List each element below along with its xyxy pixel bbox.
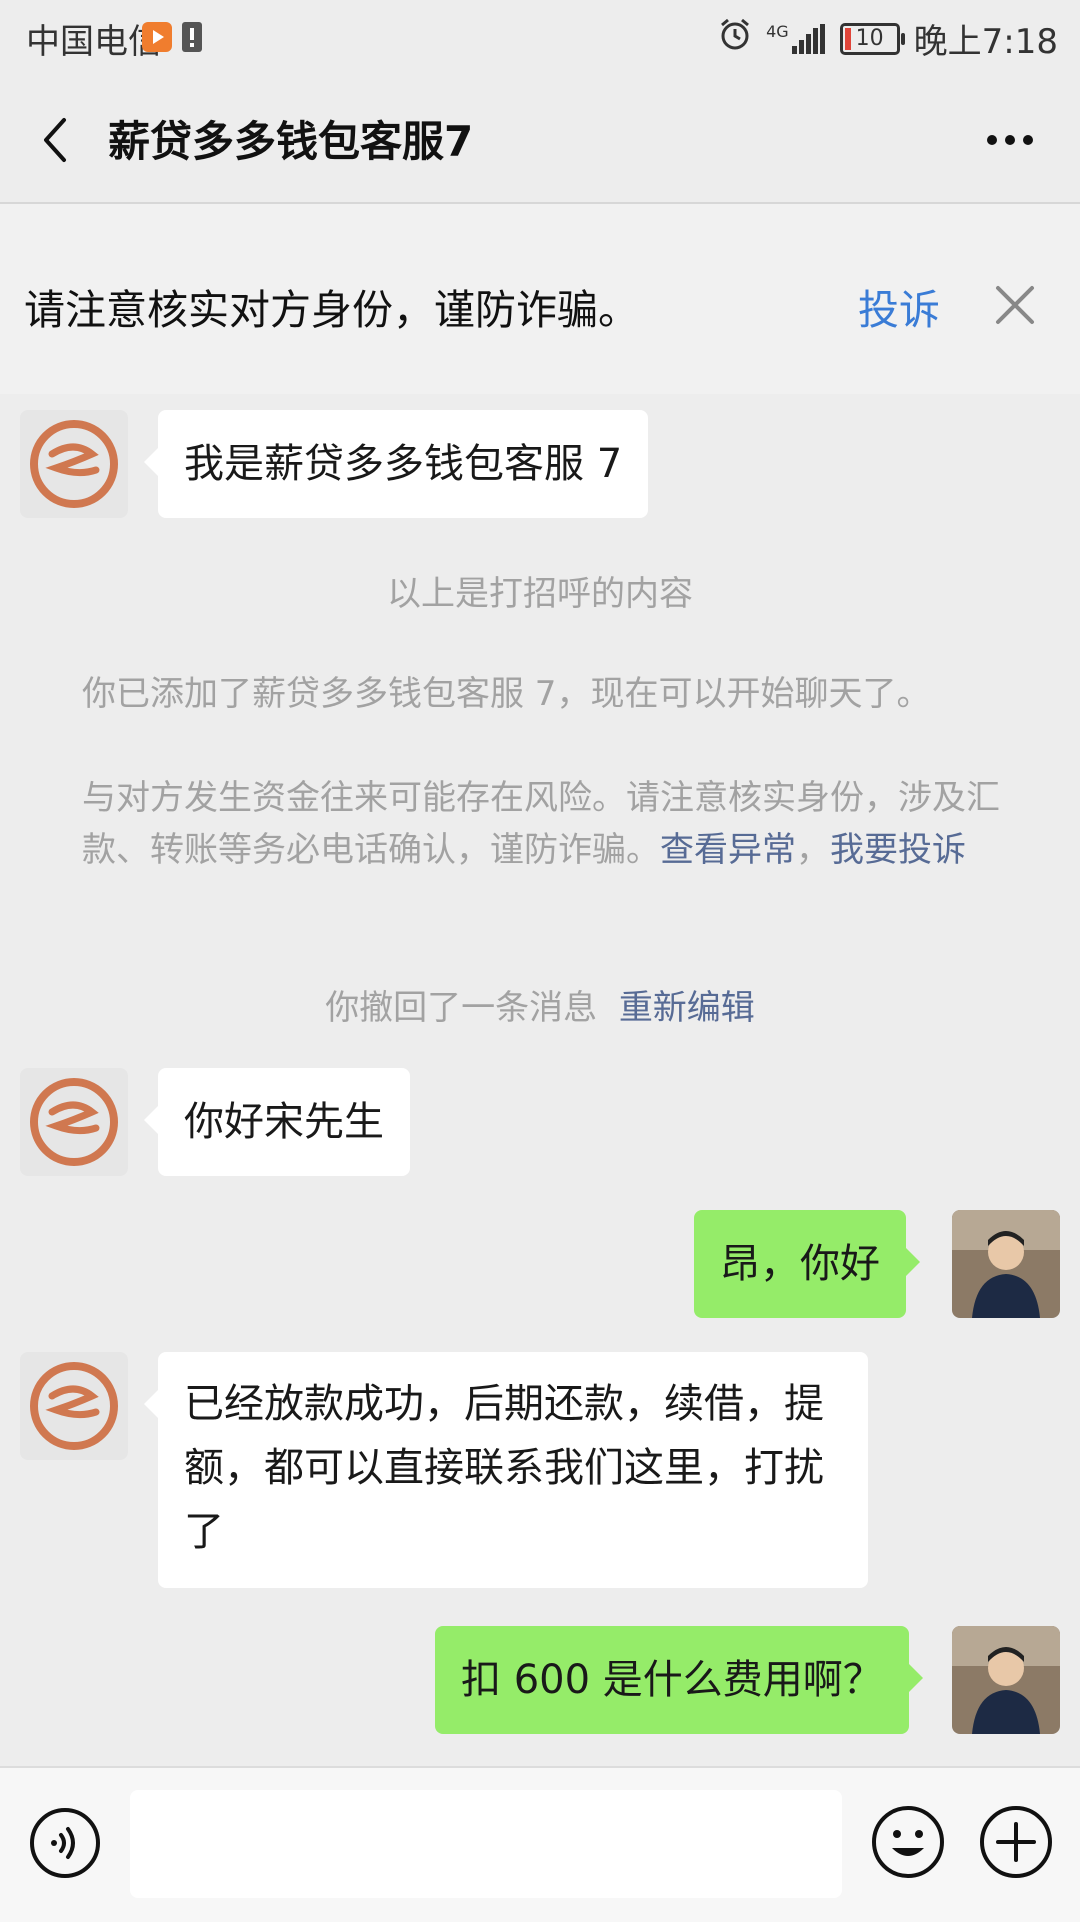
added-note: 你已添加了薪贷多多钱包客服 7，现在可以开始聊天了。	[82, 674, 931, 714]
more-button[interactable]	[970, 110, 1050, 170]
warning-text: 请注意核实对方身份，谨防诈骗。	[24, 286, 639, 334]
message-bubble[interactable]: 昂，你好	[694, 1210, 920, 1318]
recall-note-row: 你撤回了一条消息 重新编辑	[0, 980, 1080, 1029]
chat-title: 薪贷多多钱包客服7	[108, 117, 474, 166]
view-abnormal-link[interactable]: 查看异常	[660, 830, 796, 870]
network-type: 4G	[766, 21, 789, 41]
input-bar	[0, 1766, 1080, 1922]
voice-button[interactable]	[28, 1806, 102, 1880]
alert-notification-icon	[182, 22, 202, 52]
plus-icon	[980, 1806, 1052, 1878]
contact-avatar[interactable]	[20, 1068, 128, 1176]
more-dots-icon	[987, 135, 1033, 145]
alarm-icon	[718, 17, 752, 60]
battery-level: 10	[855, 25, 884, 51]
report-complaint-link[interactable]: 我要投诉	[830, 830, 966, 870]
user-avatar[interactable]	[952, 1210, 1060, 1318]
logo-avatar-icon	[30, 420, 118, 508]
risk-note-block: 与对方发生资金往来可能存在风险。请注意核实身份，涉及汇款、转账等务必电话确认，谨…	[82, 772, 1012, 876]
message-bubble[interactable]: 我是薪贷多多钱包客服 7	[143, 410, 649, 518]
status-bar: 中国电信 4G 10 晚上7:18	[0, 0, 1080, 76]
link-separator: ，	[796, 830, 830, 870]
user-avatar[interactable]	[952, 1626, 1060, 1734]
chat-header: 薪贷多多钱包客服7	[0, 76, 1080, 204]
video-app-icon	[142, 22, 172, 52]
contact-avatar[interactable]	[20, 410, 128, 518]
emoji-button[interactable]	[870, 1804, 946, 1880]
emoji-icon	[872, 1806, 944, 1878]
recall-note: 你撤回了一条消息	[325, 988, 598, 1028]
greeting-note: 以上是打招呼的内容	[387, 574, 693, 614]
user-photo-icon	[952, 1210, 1060, 1318]
clock-time: 晚上7:18	[913, 22, 1058, 62]
logo-avatar-icon	[30, 1078, 118, 1166]
chevron-left-icon	[44, 118, 66, 162]
message-bubble[interactable]: 已经放款成功，后期还款，续借，提额，都可以直接联系我们这里，打扰了	[144, 1352, 868, 1588]
user-photo-icon	[952, 1626, 1060, 1734]
voice-icon	[30, 1808, 100, 1878]
message-bubble[interactable]: 你好宋先生	[144, 1068, 410, 1176]
battery-icon: 10	[839, 22, 905, 55]
message-input[interactable]	[130, 1790, 842, 1898]
contact-avatar[interactable]	[20, 1352, 128, 1460]
close-icon	[996, 286, 1034, 324]
signal-icon: 4G	[766, 21, 826, 54]
message-bubble[interactable]: 扣 600 是什么费用啊？	[435, 1626, 923, 1734]
re-edit-link[interactable]: 重新编辑	[619, 988, 755, 1028]
logo-avatar-icon	[30, 1362, 118, 1450]
fraud-warning-banner: 请注意核实对方身份，谨防诈骗。 投诉	[0, 204, 1080, 394]
plus-button[interactable]	[978, 1804, 1054, 1880]
complain-link[interactable]: 投诉	[858, 276, 940, 336]
back-button[interactable]	[34, 110, 94, 170]
close-warning-button[interactable]	[990, 280, 1040, 330]
